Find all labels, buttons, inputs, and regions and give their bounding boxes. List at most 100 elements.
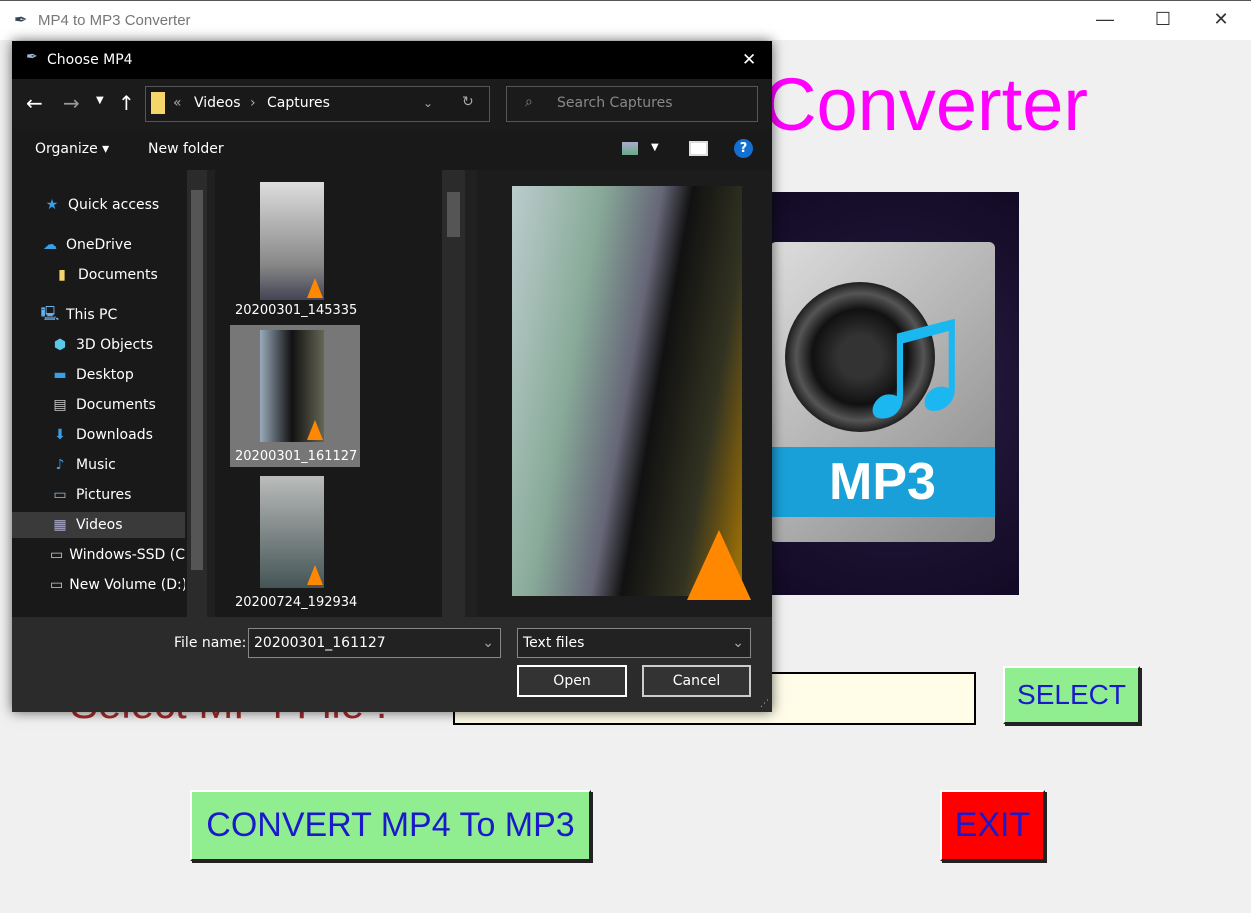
sidebar-item[interactable]: ☁ OneDrive xyxy=(12,232,185,258)
feather-icon: ✒ xyxy=(14,12,28,29)
feather-icon: ✒ xyxy=(26,49,38,65)
view-options-icon[interactable] xyxy=(622,142,638,155)
sidebar-item[interactable]: ▬ Desktop xyxy=(12,362,185,388)
preview-pane-icon[interactable] xyxy=(689,141,708,156)
mp3-artwork: ♫ MP3 xyxy=(770,192,1019,595)
sidebar-item-label: Desktop xyxy=(76,367,134,383)
search-placeholder: Search Captures xyxy=(557,95,673,111)
close-button[interactable]: ✕ xyxy=(1198,9,1244,30)
video-icon: ▦ xyxy=(53,517,67,533)
computer-icon: 🖳 xyxy=(40,306,60,322)
dialog-footer: File name: 20200301_161127 ⌄ Text files ⌄ … xyxy=(12,617,772,712)
sidebar-item[interactable]: ▤ Documents xyxy=(12,392,185,418)
download-icon: ⬇ xyxy=(54,427,66,443)
maximize-button[interactable]: ☐ xyxy=(1140,9,1186,30)
file-item[interactable]: 20200301_145335 xyxy=(235,303,357,318)
sidebar-item-label: Videos xyxy=(76,517,123,533)
desktop-icon: ▬ xyxy=(53,367,67,383)
sidebar-item-label: New Volume (D:) xyxy=(69,577,185,593)
breadcrumb-separator: › xyxy=(250,95,256,111)
recent-dropdown-icon[interactable]: ▼ xyxy=(96,95,104,106)
sidebar-item[interactable]: ▭ New Volume (D:) xyxy=(12,572,185,598)
cancel-button[interactable]: Cancel xyxy=(642,665,751,697)
select-button[interactable]: SELECT xyxy=(1003,666,1140,724)
file-name-value: 20200301_161127 xyxy=(254,635,386,651)
file-type-value: Text files xyxy=(523,635,585,651)
chevron-down-icon[interactable]: ▼ xyxy=(651,142,659,153)
mp3-label: MP3 xyxy=(770,447,995,517)
sidebar-item-label: Documents xyxy=(76,397,156,413)
address-bar[interactable]: « Videos › Captures ⌄ ↻ xyxy=(145,86,490,122)
dialog-close-button[interactable]: ✕ xyxy=(742,50,756,70)
search-input[interactable]: ⌕ Search Captures xyxy=(506,86,758,122)
breadcrumb-captures[interactable]: Captures xyxy=(267,95,330,111)
minimize-button[interactable]: — xyxy=(1082,9,1128,30)
navigation-pane: ★ Quick access ☁ OneDrive ▮ Documents 🖳 This PC… xyxy=(12,170,207,617)
sidebar-item-label: 3D Objects xyxy=(76,337,154,353)
file-name-input[interactable]: 20200301_161127 ⌄ xyxy=(248,628,501,658)
preview-pane xyxy=(477,170,772,617)
resize-grip-icon[interactable]: ⋰ xyxy=(760,699,769,709)
refresh-icon[interactable]: ↻ xyxy=(462,94,474,110)
star-icon: ★ xyxy=(45,197,59,213)
sidebar-item[interactable]: ⬇ Downloads xyxy=(12,422,185,448)
dialog-toolbar: Organize ▾ New folder ▼ ? xyxy=(12,129,772,170)
file-dialog: ✒ Choose MP4 ✕ ← → ▼ ↑ « Videos › Captur… xyxy=(12,41,772,712)
up-arrow-icon[interactable]: ↑ xyxy=(118,91,135,115)
new-folder-button[interactable]: New folder xyxy=(148,141,224,157)
organize-button[interactable]: Organize ▾ xyxy=(35,141,109,157)
sidebar-item-label: Pictures xyxy=(76,487,132,503)
back-arrow-icon[interactable]: ← xyxy=(26,91,43,115)
sidebar-item-label: OneDrive xyxy=(66,237,132,253)
convert-button[interactable]: CONVERT MP4 To MP3 xyxy=(190,790,591,861)
open-button[interactable]: Open xyxy=(517,665,627,697)
file-list-scrollbar[interactable] xyxy=(442,170,465,617)
music-icon: ♪ xyxy=(55,457,65,473)
sidebar-item[interactable]: ▮ Documents xyxy=(12,262,185,288)
cube-icon: ⬢ xyxy=(53,337,67,353)
file-type-select[interactable]: Text files ⌄ xyxy=(517,628,751,658)
sidebar-item[interactable]: ▦ Videos xyxy=(12,512,185,538)
sidebar-item[interactable]: 🖳 This PC xyxy=(12,302,185,328)
chevron-down-icon[interactable]: ⌄ xyxy=(482,635,494,651)
file-list: 20200301_145335 20200301_161127 20200724… xyxy=(215,170,465,617)
window-titlebar: ✒ MP4 to MP3 Converter — ☐ ✕ xyxy=(0,0,1251,40)
pictures-icon: ▭ xyxy=(53,487,67,503)
dialog-titlebar: ✒ Choose MP4 ✕ xyxy=(12,41,772,79)
vlc-icon xyxy=(307,420,323,440)
sidebar-item-label: Documents xyxy=(78,267,158,283)
vlc-icon xyxy=(307,278,323,298)
navigation-bar: ← → ▼ ↑ « Videos › Captures ⌄ ↻ ⌕ Search… xyxy=(12,79,772,129)
sidebar-item-label: Music xyxy=(76,457,116,473)
cloud-icon: ☁ xyxy=(43,237,57,253)
search-icon: ⌕ xyxy=(525,94,533,110)
exit-button[interactable]: EXIT xyxy=(940,790,1045,861)
folder-icon: ▮ xyxy=(58,267,66,283)
sidebar-item[interactable]: ♪ Music xyxy=(12,452,185,478)
sidebar-item[interactable]: ⬢ 3D Objects xyxy=(12,332,185,358)
drive-icon: ▭ xyxy=(50,577,64,593)
file-item[interactable]: 20200724_192934 xyxy=(235,595,357,610)
forward-arrow-icon[interactable]: → xyxy=(63,91,80,115)
breadcrumb-videos[interactable]: Videos xyxy=(194,95,241,111)
help-icon[interactable]: ? xyxy=(734,139,753,158)
sidebar-item-label: This PC xyxy=(66,307,118,323)
sidebar-item-label: Windows-SSD (C:) xyxy=(69,547,185,563)
drive-icon: ▭ xyxy=(50,547,64,563)
sidebar-item[interactable]: ▭ Pictures xyxy=(12,482,185,508)
sidebar-scrollbar[interactable] xyxy=(187,170,207,617)
sidebar-item-label: Quick access xyxy=(68,197,160,213)
chevron-down-icon[interactable]: ⌄ xyxy=(732,635,744,651)
folder-icon xyxy=(151,92,165,114)
sidebar-item[interactable]: ▭ Windows-SSD (C:) xyxy=(12,542,185,568)
sidebar-item[interactable]: ★ Quick access xyxy=(12,192,185,218)
file-item[interactable]: 20200301_161127 xyxy=(235,449,357,464)
window-title: MP4 to MP3 Converter xyxy=(38,12,191,29)
vlc-icon xyxy=(687,530,751,600)
vlc-icon xyxy=(307,565,323,585)
sidebar-item-label: Downloads xyxy=(76,427,153,443)
dialog-title: Choose MP4 xyxy=(47,52,133,68)
chevron-down-icon[interactable]: ⌄ xyxy=(423,96,433,110)
breadcrumb-separator: « xyxy=(173,95,182,111)
music-note-icon: ♫ xyxy=(850,262,978,452)
